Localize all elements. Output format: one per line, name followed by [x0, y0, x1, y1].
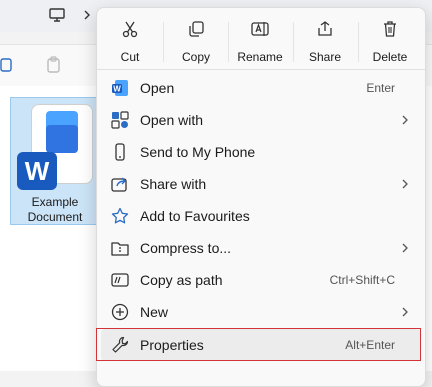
- file-item-example-document[interactable]: W Example Document: [10, 97, 100, 225]
- menu-item-label: Open: [140, 80, 175, 96]
- rename-icon: [251, 20, 269, 38]
- word-icon: W: [111, 79, 129, 97]
- star-icon: [111, 207, 129, 225]
- menu-item-send-to-phone[interactable]: Send to My Phone: [101, 136, 421, 168]
- share-with-icon: [111, 175, 129, 193]
- menu-item-compress-to[interactable]: Compress to...: [101, 232, 421, 264]
- rename-button[interactable]: Rename: [231, 12, 289, 66]
- menu-item-label: Copy as path: [140, 272, 223, 288]
- plus-circle-icon: [111, 303, 129, 321]
- path-icon: [111, 271, 129, 289]
- menu-item-label: New: [140, 304, 169, 320]
- divider: [163, 22, 164, 62]
- menu-item-label: Send to My Phone: [140, 144, 256, 160]
- divider: [358, 22, 359, 62]
- chevron-right-icon: [401, 113, 409, 127]
- menu-item-label: Open with: [140, 112, 204, 128]
- file-name: Example Document: [27, 195, 83, 224]
- scissors-icon: [121, 20, 139, 38]
- svg-text:W: W: [113, 85, 121, 94]
- share-icon: [316, 20, 334, 38]
- shortcut-text: Ctrl+Shift+C: [329, 273, 395, 287]
- share-label: Share: [308, 50, 342, 64]
- divider: [293, 22, 294, 62]
- copy-label: Copy: [181, 50, 210, 64]
- copy-icon[interactable]: [0, 56, 16, 79]
- menu-item-add-to-favourites[interactable]: Add to Favourites: [101, 200, 421, 232]
- paste-icon[interactable]: [46, 56, 62, 79]
- delete-button[interactable]: Delete: [361, 12, 419, 66]
- chevron-right-icon: [401, 241, 409, 255]
- open-with-icon: [111, 111, 129, 129]
- shortcut-text: Enter: [366, 81, 395, 95]
- menu-item-label: Add to Favourites: [140, 208, 250, 224]
- share-button[interactable]: Share: [296, 12, 354, 66]
- menu-item-label: Share with: [140, 176, 207, 192]
- monitor-icon[interactable]: [48, 6, 66, 29]
- trash-icon: [381, 20, 399, 38]
- chevron-right-icon: [401, 177, 409, 191]
- quick-actions-bar: Cut Copy Rename Share Delete: [97, 8, 425, 68]
- properties-highlight-box: [96, 328, 421, 361]
- menu-item-new[interactable]: New: [101, 296, 421, 328]
- menu-item-share-with[interactable]: Share with: [101, 168, 421, 200]
- copy-button[interactable]: Copy: [167, 12, 225, 66]
- zip-folder-icon: [111, 239, 129, 257]
- copy-icon: [187, 20, 205, 38]
- divider: [228, 22, 229, 62]
- divider: [97, 69, 425, 70]
- menu-item-open-with[interactable]: Open with: [101, 104, 421, 136]
- chevron-right-icon: [401, 305, 409, 319]
- phone-icon: [111, 143, 129, 161]
- menu-item-open[interactable]: W Open Enter: [101, 72, 421, 104]
- word-icon: W: [17, 152, 57, 190]
- cut-label: Cut: [120, 50, 140, 64]
- menu-item-copy-as-path[interactable]: Copy as path Ctrl+Shift+C: [101, 264, 421, 296]
- chevron-right-icon[interactable]: [82, 6, 92, 29]
- rename-label: Rename: [237, 50, 283, 64]
- delete-label: Delete: [372, 50, 408, 64]
- cut-button[interactable]: Cut: [101, 12, 159, 66]
- menu-item-label: Compress to...: [140, 240, 232, 256]
